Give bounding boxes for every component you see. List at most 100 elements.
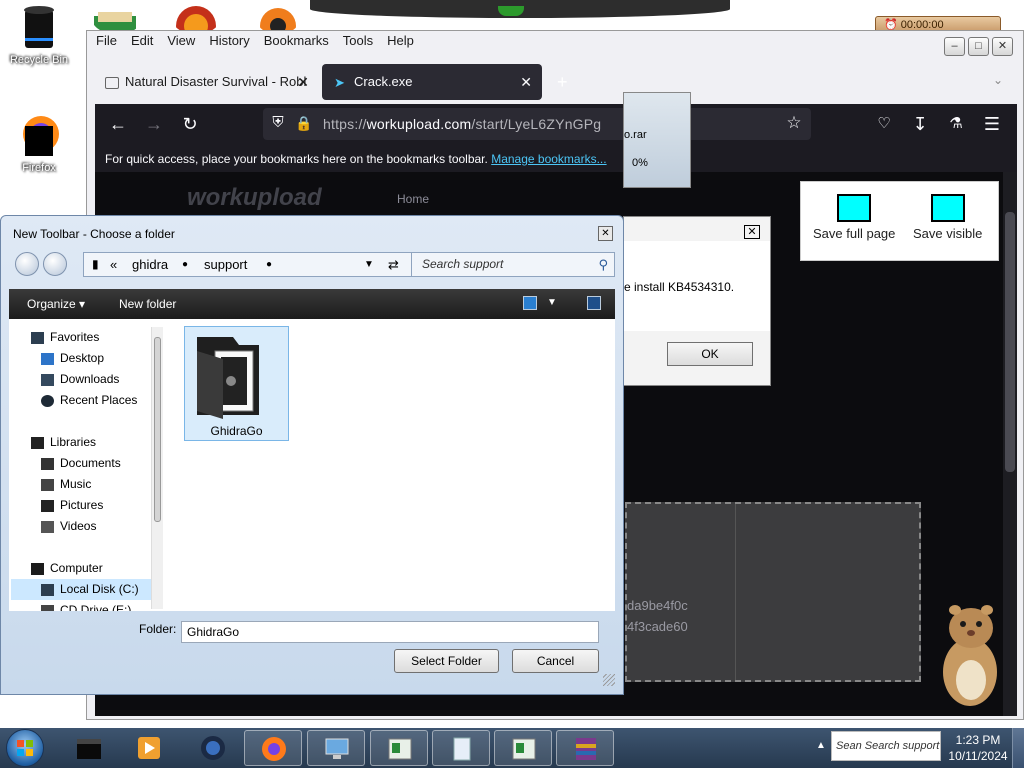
view-dropdown-icon[interactable]: ▼ — [547, 297, 557, 308]
taskbar-item-document[interactable] — [432, 730, 490, 766]
refresh-icon[interactable]: ⇄ — [388, 253, 399, 276]
menu-edit[interactable]: Edit — [131, 33, 153, 48]
menu-bookmarks[interactable]: Bookmarks — [264, 33, 329, 48]
tray-expand-icon[interactable]: ▲ — [816, 740, 826, 751]
ok-button[interactable]: OK — [667, 342, 753, 366]
lock-icon[interactable]: 🔒 — [291, 111, 317, 137]
message-dialog: ✕ e install KB4534310. OK — [623, 216, 771, 386]
downloads-icon[interactable]: ↧ — [907, 112, 933, 138]
new-tab-icon[interactable]: + — [557, 72, 568, 93]
breadcrumb-ghidra[interactable]: ghidra — [132, 253, 168, 276]
taskbar-item-recycle[interactable] — [60, 730, 118, 766]
new-folder-button[interactable]: New folder — [119, 297, 176, 311]
shield-icon[interactable]: ⛨ — [265, 111, 291, 137]
page-icon — [105, 76, 119, 89]
menu-tools[interactable]: Tools — [343, 33, 373, 48]
folder-name-field[interactable]: GhidraGo — [181, 621, 599, 643]
reload-icon[interactable]: ↻ — [177, 112, 203, 138]
menu-file[interactable]: File — [96, 33, 117, 48]
tree-item-recent-places[interactable]: Recent Places — [41, 390, 137, 411]
folder-item[interactable]: GhidraGo — [184, 326, 289, 441]
command-bar: Organize ▾ New folder ▼ — [9, 289, 615, 319]
page-scrollbar[interactable] — [1003, 172, 1017, 716]
workupload-logo[interactable]: workupload — [187, 184, 322, 212]
tree-item-videos[interactable]: Videos — [41, 516, 96, 537]
breadcrumb-support[interactable]: support — [204, 253, 247, 276]
tab-close-icon[interactable]: ✕ — [520, 64, 532, 100]
clock[interactable]: 1:23 PM 10/11/2024 — [948, 732, 1008, 764]
organize-button[interactable]: Organize ▾ — [27, 297, 85, 311]
recent-places-icon — [41, 394, 54, 407]
forward-orb-icon[interactable] — [43, 252, 67, 276]
start-button[interactable] — [6, 729, 44, 767]
tree-item-libraries[interactable]: Libraries — [31, 432, 96, 453]
taskbar-item-firefox[interactable] — [244, 730, 302, 766]
firefox-desktop-icon[interactable]: Firefox — [4, 112, 74, 174]
pocket-icon[interactable]: ♡ — [871, 112, 897, 138]
search-input[interactable]: Search support ⚲ — [411, 252, 615, 277]
tree-item-local-disk[interactable]: Local Disk (C:) — [11, 579, 156, 600]
recycle-bin-desktop-icon[interactable]: Recycle Bin — [4, 4, 74, 66]
taskbar-item-media-player[interactable] — [120, 730, 178, 766]
menu-view[interactable]: View — [167, 33, 195, 48]
minimize-button[interactable]: – — [944, 37, 965, 56]
dialog-close-icon[interactable]: ✕ — [598, 226, 613, 241]
tree-item-documents[interactable]: Documents — [41, 453, 121, 474]
navigation-scroll-thumb[interactable] — [154, 337, 161, 522]
taskbar-item-computer[interactable] — [307, 730, 365, 766]
choose-folder-dialog: New Toolbar - Choose a folder ✕ ▮ « ghid… — [0, 215, 624, 695]
forward-arrow-icon[interactable]: → — [141, 112, 167, 138]
close-window-button[interactable]: ✕ — [992, 37, 1013, 56]
hash-line-1: da9be4f0c — [627, 598, 688, 613]
tab-list-chevron-icon[interactable]: ⌄ — [993, 73, 1003, 87]
tree-item-music[interactable]: Music — [41, 474, 91, 495]
bookmark-star-icon[interactable]: ☆ — [781, 111, 807, 137]
show-desktop-button[interactable] — [1012, 728, 1024, 768]
tab-natural-disaster-survival[interactable]: Natural Disaster Survival - Robl ✕ — [93, 64, 319, 100]
menu-help[interactable]: Help — [387, 33, 414, 48]
tab-title: Crack.exe — [354, 74, 413, 89]
hamburger-menu-icon[interactable]: ☰ — [979, 112, 1005, 138]
message-close-icon[interactable]: ✕ — [744, 225, 760, 239]
url-text: https://workupload.com/start/LyeL6ZYnGPg — [323, 116, 602, 132]
tree-item-pictures[interactable]: Pictures — [41, 495, 103, 516]
view-options-icon[interactable] — [523, 296, 537, 310]
taskbar-item-winrar[interactable] — [556, 730, 614, 766]
breadcrumb-separator-icon[interactable]: ● — [266, 253, 272, 276]
tab-close-icon[interactable]: ✕ — [297, 64, 309, 100]
recycle-bin-label: Recycle Bin — [9, 54, 69, 66]
maximize-button[interactable]: □ — [968, 37, 989, 56]
address-bar[interactable]: ▮ « ghidra ● support ● ▼ ⇄ — [83, 252, 433, 277]
taskbar-item-window-1[interactable] — [370, 730, 428, 766]
preview-pane-icon[interactable] — [587, 296, 601, 310]
tree-item-downloads[interactable]: Downloads — [41, 369, 119, 390]
breadcrumb-separator-icon[interactable]: ● — [182, 253, 188, 276]
cancel-button[interactable]: Cancel — [512, 649, 599, 673]
search-icon[interactable]: ⚲ — [598, 253, 608, 276]
taskbar-item-globe[interactable] — [184, 730, 242, 766]
save-visible-button[interactable]: Save visible — [913, 194, 982, 241]
navigation-scrollbar[interactable] — [151, 327, 163, 609]
address-dropdown-icon[interactable]: ▼ — [364, 253, 374, 276]
taskbar-item-window-2[interactable] — [494, 730, 552, 766]
select-folder-button[interactable]: Select Folder — [394, 649, 499, 673]
site-nav-home[interactable]: Home — [397, 192, 429, 206]
tab-crack-exe[interactable]: ➤ Crack.exe ✕ — [322, 64, 542, 100]
tree-item-desktop[interactable]: Desktop — [41, 348, 104, 369]
back-orb-icon[interactable] — [15, 252, 39, 276]
tray-search-box[interactable]: Sean Search support — [831, 731, 941, 761]
extensions-icon[interactable]: ⚗ — [943, 112, 969, 138]
address-row: ▮ « ghidra ● support ● ▼ ⇄ Search suppor… — [11, 249, 615, 279]
url-bar[interactable]: ⛨ 🔒 https://workupload.com/start/LyeL6ZY… — [263, 108, 811, 140]
breadcrumb-overflow-icon[interactable]: « — [110, 253, 117, 276]
save-full-page-button[interactable]: Save full page — [813, 194, 895, 241]
tree-item-computer[interactable]: Computer — [31, 558, 103, 579]
back-arrow-icon[interactable]: ← — [105, 112, 131, 138]
tree-item-cd-drive[interactable]: CD Drive (E:) — [41, 600, 131, 611]
page-scroll-thumb[interactable] — [1005, 212, 1015, 472]
menu-history[interactable]: History — [209, 33, 249, 48]
manage-bookmarks-link[interactable]: Manage bookmarks... — [491, 152, 606, 166]
folder-icon — [197, 337, 259, 419]
resize-grip-icon[interactable] — [603, 674, 615, 686]
tree-item-favorites[interactable]: Favorites — [31, 327, 99, 348]
